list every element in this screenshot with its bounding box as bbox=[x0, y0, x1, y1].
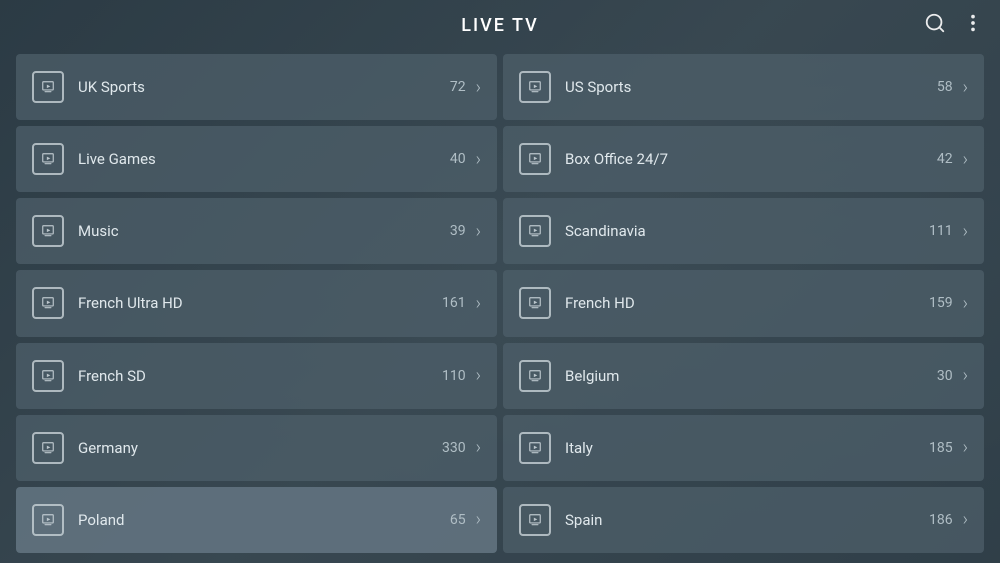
item-label: Scandinavia bbox=[565, 222, 929, 240]
grid-item-music[interactable]: Music 39 › bbox=[16, 198, 497, 264]
item-label: French Ultra HD bbox=[78, 294, 442, 312]
grid-item-poland[interactable]: Poland 65 › bbox=[16, 487, 497, 553]
grid-item-us-sports[interactable]: US Sports 58 › bbox=[503, 54, 984, 120]
grid-item-uk-sports[interactable]: UK Sports 72 › bbox=[16, 54, 497, 120]
item-label: Box Office 24/7 bbox=[565, 150, 937, 168]
grid-item-spain[interactable]: Spain 186 › bbox=[503, 487, 984, 553]
channel-grid: UK Sports 72 › US Sports 58 › bbox=[0, 50, 1000, 563]
app-container: LIVE TV bbox=[0, 0, 1000, 563]
item-count: 330 bbox=[442, 440, 466, 456]
item-count: 30 bbox=[937, 368, 953, 384]
item-count: 39 bbox=[450, 223, 466, 239]
grid-item-italy[interactable]: Italy 185 › bbox=[503, 415, 984, 481]
item-count: 159 bbox=[929, 295, 953, 311]
search-icon[interactable] bbox=[924, 12, 946, 39]
play-icon bbox=[519, 504, 551, 536]
chevron-right-icon: › bbox=[476, 437, 481, 458]
play-icon bbox=[519, 360, 551, 392]
item-label: Belgium bbox=[565, 367, 937, 385]
more-options-icon[interactable] bbox=[962, 12, 984, 39]
item-label: US Sports bbox=[565, 78, 937, 96]
item-count: 40 bbox=[450, 151, 466, 167]
play-icon bbox=[32, 360, 64, 392]
chevron-right-icon: › bbox=[963, 149, 968, 170]
page-title: LIVE TV bbox=[461, 15, 538, 36]
chevron-right-icon: › bbox=[963, 293, 968, 314]
item-label: Germany bbox=[78, 439, 442, 457]
play-icon bbox=[32, 432, 64, 464]
item-label: Live Games bbox=[78, 150, 450, 168]
item-label: French SD bbox=[78, 367, 442, 385]
play-icon bbox=[519, 215, 551, 247]
item-label: Spain bbox=[565, 511, 929, 529]
item-label: UK Sports bbox=[78, 78, 450, 96]
grid-item-french-sd[interactable]: French SD 110 › bbox=[16, 343, 497, 409]
item-count: 72 bbox=[450, 79, 466, 95]
play-icon bbox=[32, 504, 64, 536]
item-count: 186 bbox=[929, 512, 953, 528]
item-label: Music bbox=[78, 222, 450, 240]
chevron-right-icon: › bbox=[963, 509, 968, 530]
item-label: French HD bbox=[565, 294, 929, 312]
item-label: Italy bbox=[565, 439, 929, 457]
chevron-right-icon: › bbox=[963, 221, 968, 242]
header: LIVE TV bbox=[0, 0, 1000, 50]
item-count: 185 bbox=[929, 440, 953, 456]
grid-item-scandinavia[interactable]: Scandinavia 111 › bbox=[503, 198, 984, 264]
item-count: 58 bbox=[937, 79, 953, 95]
chevron-right-icon: › bbox=[963, 437, 968, 458]
item-label: Poland bbox=[78, 511, 450, 529]
play-icon bbox=[32, 215, 64, 247]
chevron-right-icon: › bbox=[476, 293, 481, 314]
chevron-right-icon: › bbox=[476, 365, 481, 386]
grid-item-belgium[interactable]: Belgium 30 › bbox=[503, 343, 984, 409]
play-icon bbox=[519, 287, 551, 319]
play-icon bbox=[32, 287, 64, 319]
grid-item-live-games[interactable]: Live Games 40 › bbox=[16, 126, 497, 192]
chevron-right-icon: › bbox=[963, 77, 968, 98]
play-icon bbox=[519, 71, 551, 103]
item-count: 111 bbox=[929, 223, 953, 239]
item-count: 161 bbox=[442, 295, 466, 311]
play-icon bbox=[32, 143, 64, 175]
chevron-right-icon: › bbox=[476, 509, 481, 530]
chevron-right-icon: › bbox=[476, 149, 481, 170]
item-count: 42 bbox=[937, 151, 953, 167]
grid-item-germany[interactable]: Germany 330 › bbox=[16, 415, 497, 481]
play-icon bbox=[519, 432, 551, 464]
chevron-right-icon: › bbox=[476, 77, 481, 98]
grid-item-french-hd[interactable]: French HD 159 › bbox=[503, 270, 984, 336]
item-count: 65 bbox=[450, 512, 466, 528]
chevron-right-icon: › bbox=[476, 221, 481, 242]
chevron-right-icon: › bbox=[963, 365, 968, 386]
grid-item-box-office[interactable]: Box Office 24/7 42 › bbox=[503, 126, 984, 192]
play-icon bbox=[32, 71, 64, 103]
header-icons bbox=[924, 12, 984, 39]
play-icon bbox=[519, 143, 551, 175]
grid-item-french-ultra-hd[interactable]: French Ultra HD 161 › bbox=[16, 270, 497, 336]
item-count: 110 bbox=[442, 368, 466, 384]
